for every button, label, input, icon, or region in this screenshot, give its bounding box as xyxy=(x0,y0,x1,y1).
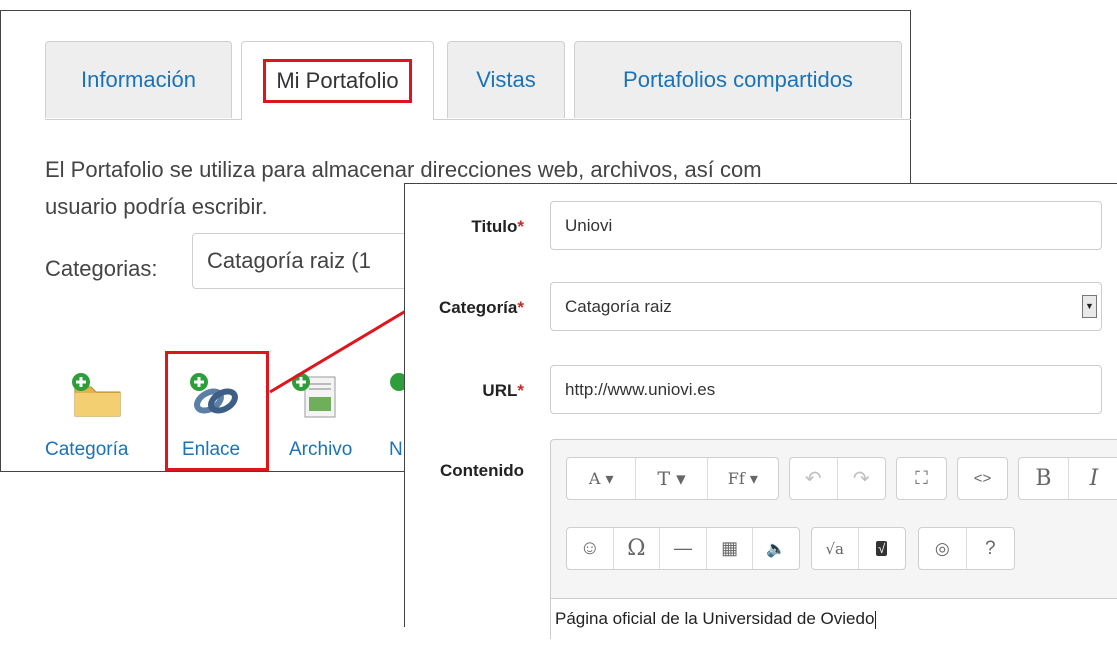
math-editor-icon[interactable]: √ xyxy=(859,528,906,569)
content-editor: A ▾ T ▾ Ff ▾ ↶ ↷ ⛶ <> B I ☺ Ω — ▦ 🔈 √a √… xyxy=(550,439,1117,658)
text-caret xyxy=(875,610,877,629)
font-size-icon: A xyxy=(588,469,601,488)
link-form-panel: Titulo* Categoría* Catagoría raiz ▼ URL*… xyxy=(404,183,1117,658)
url-input[interactable] xyxy=(550,365,1102,414)
redo-icon[interactable]: ↷ xyxy=(838,458,886,499)
folder-add-icon[interactable] xyxy=(69,371,125,421)
required-mark: * xyxy=(517,217,524,236)
toolbar-group-font: A ▾ T ▾ Ff ▾ xyxy=(566,457,779,500)
toolbar-group-tools: ◎ ? xyxy=(918,527,1015,570)
required-mark: * xyxy=(517,381,524,400)
math-equation-icon[interactable]: √a xyxy=(812,528,859,569)
title-label-text: Titulo xyxy=(471,217,518,236)
tab-portafolios-compartidos[interactable]: Portafolios compartidos xyxy=(574,41,902,118)
category-select[interactable]: Catagoría raiz ▼ xyxy=(550,282,1102,331)
tab-label: Mi Portafolio xyxy=(263,59,412,103)
category-label: Categoría* xyxy=(439,298,524,318)
horizontal-rule-icon[interactable]: — xyxy=(660,528,707,569)
tab-informacion[interactable]: Información xyxy=(45,41,232,118)
accessibility-preview-icon[interactable]: ◎ xyxy=(919,528,967,569)
categories-label: Categorias: xyxy=(45,256,158,281)
file-add-icon[interactable] xyxy=(289,371,345,421)
paragraph-format-button[interactable]: T ▾ xyxy=(636,458,708,499)
undo-icon[interactable]: ↶ xyxy=(790,458,838,499)
font-family-icon: Ff xyxy=(727,469,745,488)
action-label-categoria[interactable]: Categoría xyxy=(45,439,128,461)
toolbar-group-style: B I xyxy=(1018,457,1117,500)
url-label: URL* xyxy=(482,381,524,401)
title-input[interactable] xyxy=(550,201,1102,250)
spellcheck-icon[interactable]: ? xyxy=(967,528,1015,569)
toolbar-group-math: √a √ xyxy=(811,527,906,570)
media-icon[interactable]: 🔈 xyxy=(753,528,799,569)
content-label: Contenido xyxy=(439,461,524,480)
action-label-nota[interactable]: N xyxy=(389,439,403,461)
tabs-divider xyxy=(45,119,911,120)
categories-select-value: Catagoría raiz (1 xyxy=(207,248,371,273)
url-label-text: URL xyxy=(482,381,518,400)
title-label: Titulo* xyxy=(471,217,524,237)
font-size-button[interactable]: A ▾ xyxy=(567,458,637,499)
tab-label: Vistas xyxy=(476,67,536,92)
bold-icon[interactable]: B xyxy=(1019,458,1069,499)
dropdown-arrow-icon[interactable]: ▼ xyxy=(1082,295,1097,318)
math-editor-glyph: √ xyxy=(876,541,888,556)
tab-vistas[interactable]: Vistas xyxy=(447,41,565,118)
content-textarea[interactable]: Página oficial de la Universidad de Ovie… xyxy=(551,598,1117,658)
special-char-icon[interactable]: Ω xyxy=(614,528,661,569)
tab-label: Portafolios compartidos xyxy=(623,67,853,92)
toolbar-group-fullscreen: ⛶ xyxy=(896,457,947,500)
fullscreen-icon[interactable]: ⛶ xyxy=(897,458,946,499)
tab-mi-portafolio[interactable]: Mi Portafolio xyxy=(241,41,434,120)
toolbar-group-insert: ☺ Ω — ▦ 🔈 xyxy=(566,527,800,570)
table-icon[interactable]: ▦ xyxy=(707,528,754,569)
font-family-button[interactable]: Ff ▾ xyxy=(708,458,778,499)
toolbar-group-history: ↶ ↷ xyxy=(789,457,886,500)
category-label-text: Categoría xyxy=(438,298,518,317)
html-source-icon[interactable]: <> xyxy=(958,458,1007,499)
category-select-value: Catagoría raiz xyxy=(565,296,672,316)
categories-select[interactable]: Catagoría raiz (1 xyxy=(192,233,422,289)
emoticon-icon[interactable]: ☺ xyxy=(567,528,614,569)
action-label-archivo[interactable]: Archivo xyxy=(289,439,352,461)
content-text: Página oficial de la Universidad de Ovie… xyxy=(555,609,875,628)
tab-label: Información xyxy=(81,67,196,92)
required-mark: * xyxy=(517,298,524,317)
toolbar-group-source: <> xyxy=(957,457,1008,500)
paragraph-format-icon: T xyxy=(657,467,671,490)
italic-icon[interactable]: I xyxy=(1069,458,1117,499)
enlace-highlight-box xyxy=(165,351,269,471)
